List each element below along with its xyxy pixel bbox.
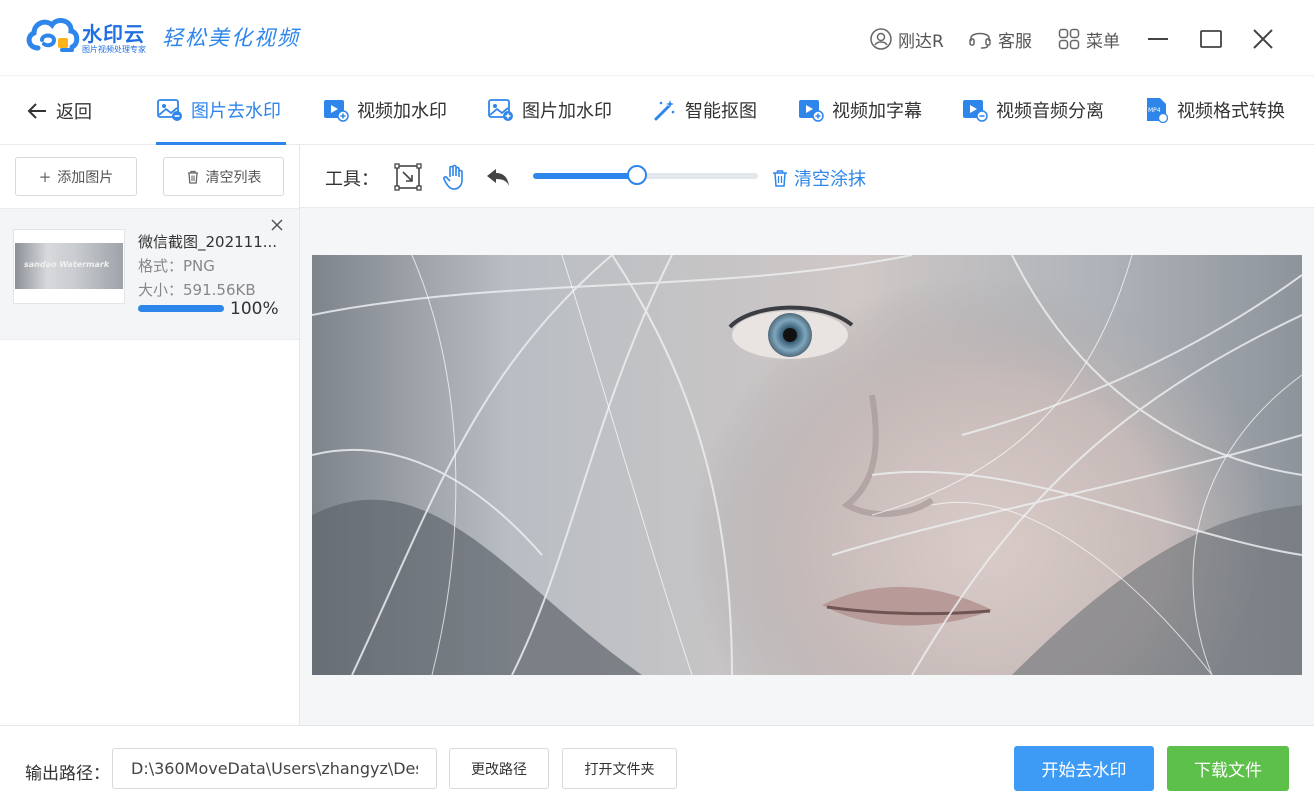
output-path-label: 输出路径： — [25, 764, 110, 784]
service-label: 客服 — [998, 31, 1032, 52]
trash-icon — [773, 170, 787, 187]
tab-video-subtitle[interactable]: 视频加字幕 — [798, 96, 922, 124]
clear-paint-label: 清空涂抹 — [794, 169, 866, 190]
maximize-button[interactable] — [1194, 22, 1228, 56]
tab-label: 视频音频分离 — [996, 101, 1104, 122]
file-list-panel: + 添加图片 清空列表 sandao Watermark 微信截图_202111… — [0, 145, 300, 725]
image-remove-icon — [157, 99, 182, 121]
tab-video-format-convert[interactable]: MP4 视频格式转换 — [1145, 96, 1285, 124]
arrow-left-icon — [27, 103, 46, 119]
minimize-button[interactable] — [1141, 22, 1175, 56]
trash-icon — [187, 170, 198, 184]
close-icon — [271, 219, 283, 231]
feature-nav: 返回 图片去水印 视频加水印 图片加水印 智能抠图 视频加字幕 视频音频分离 M… — [0, 76, 1314, 145]
clear-list-label: 清空列表 — [205, 169, 262, 186]
customer-service-button[interactable]: 客服 — [968, 24, 1032, 54]
magic-wand-icon — [654, 100, 675, 121]
open-folder-button[interactable]: 打开文件夹 — [562, 748, 677, 789]
user-icon — [870, 28, 892, 50]
user-account[interactable]: 刚达R — [870, 24, 944, 54]
video-add-icon — [324, 100, 349, 122]
add-image-button[interactable]: + 添加图片 — [15, 157, 137, 196]
progress-bar — [138, 305, 224, 312]
user-name: 刚达R — [898, 31, 944, 52]
video-subtitle-icon — [799, 100, 824, 122]
svg-text:MP4: MP4 — [1148, 107, 1161, 114]
maximize-icon — [1200, 30, 1222, 48]
slider-handle[interactable] — [626, 165, 647, 185]
tab-label: 视频加字幕 — [832, 101, 922, 122]
video-audio-icon — [963, 100, 988, 122]
app-name: 水印云 — [82, 22, 145, 46]
title-bar: 水印云 图片视频处理专家 轻松美化视频 刚达R 客服 菜单 — [0, 0, 1314, 76]
app-slogan: 轻松美化视频 — [162, 26, 300, 50]
progress-text: 100% — [230, 299, 279, 319]
tool-bar: 工具： 清空涂抹 — [300, 145, 1314, 208]
close-icon — [1253, 29, 1273, 49]
start-remove-watermark-button[interactable]: 开始去水印 — [1014, 746, 1154, 791]
image-add-icon — [488, 99, 513, 121]
grid-menu-icon — [1058, 28, 1080, 50]
back-button[interactable]: 返回 — [26, 98, 92, 124]
select-rectangle-icon[interactable] — [394, 163, 422, 191]
tab-image-remove-watermark[interactable]: 图片去水印 — [157, 96, 281, 124]
menu-button[interactable]: 菜单 — [1058, 24, 1120, 54]
mp4-file-icon: MP4 — [1147, 98, 1169, 123]
file-size: 大小：591.56KB — [138, 281, 256, 299]
undo-icon[interactable] — [484, 163, 512, 191]
tab-image-add-watermark[interactable]: 图片加水印 — [488, 96, 612, 124]
file-thumbnail: sandao Watermark — [13, 229, 125, 304]
tab-video-audio-separate[interactable]: 视频音频分离 — [962, 96, 1104, 124]
headset-icon — [969, 32, 991, 49]
file-name: 微信截图_202111... — [138, 233, 278, 251]
tab-video-add-watermark[interactable]: 视频加水印 — [323, 96, 447, 124]
editor-area: 工具： 清空涂抹 — [300, 145, 1314, 725]
progress-fill — [138, 305, 224, 312]
output-path-field[interactable] — [112, 748, 437, 789]
clear-list-button[interactable]: 清空列表 — [163, 157, 284, 196]
add-image-label: 添加图片 — [57, 169, 114, 186]
remove-file-button[interactable] — [270, 217, 284, 236]
download-file-button[interactable]: 下载文件 — [1167, 746, 1289, 791]
tab-label: 图片去水印 — [191, 101, 281, 122]
tool-label: 工具： — [325, 169, 379, 190]
bottom-bar: 输出路径： 更改路径 打开文件夹 开始去水印 下载文件 — [0, 725, 1314, 810]
menu-label: 菜单 — [1086, 31, 1120, 52]
minimize-icon — [1148, 38, 1168, 40]
image-canvas[interactable] — [312, 255, 1302, 675]
clear-paint-button[interactable]: 清空涂抹 — [772, 165, 866, 191]
close-window-button[interactable] — [1246, 22, 1280, 56]
tab-label: 视频加水印 — [357, 101, 447, 122]
thumbnail-watermark: sandao Watermark — [24, 260, 110, 269]
plus-icon: + — [38, 167, 52, 186]
preview-photo — [312, 255, 1302, 675]
back-label: 返回 — [56, 102, 92, 123]
tab-label: 智能抠图 — [685, 101, 757, 122]
file-format: 格式：PNG — [138, 257, 215, 275]
tab-label: 视频格式转换 — [1177, 101, 1285, 122]
slider-fill — [533, 173, 637, 179]
hand-pan-icon[interactable] — [440, 163, 468, 191]
tab-smart-cutout[interactable]: 智能抠图 — [653, 96, 757, 124]
change-path-button[interactable]: 更改路径 — [449, 748, 549, 789]
app-subtitle: 图片视频处理专家 — [82, 45, 146, 54]
cloud-logo-icon — [26, 18, 80, 52]
tab-label: 图片加水印 — [522, 101, 612, 122]
